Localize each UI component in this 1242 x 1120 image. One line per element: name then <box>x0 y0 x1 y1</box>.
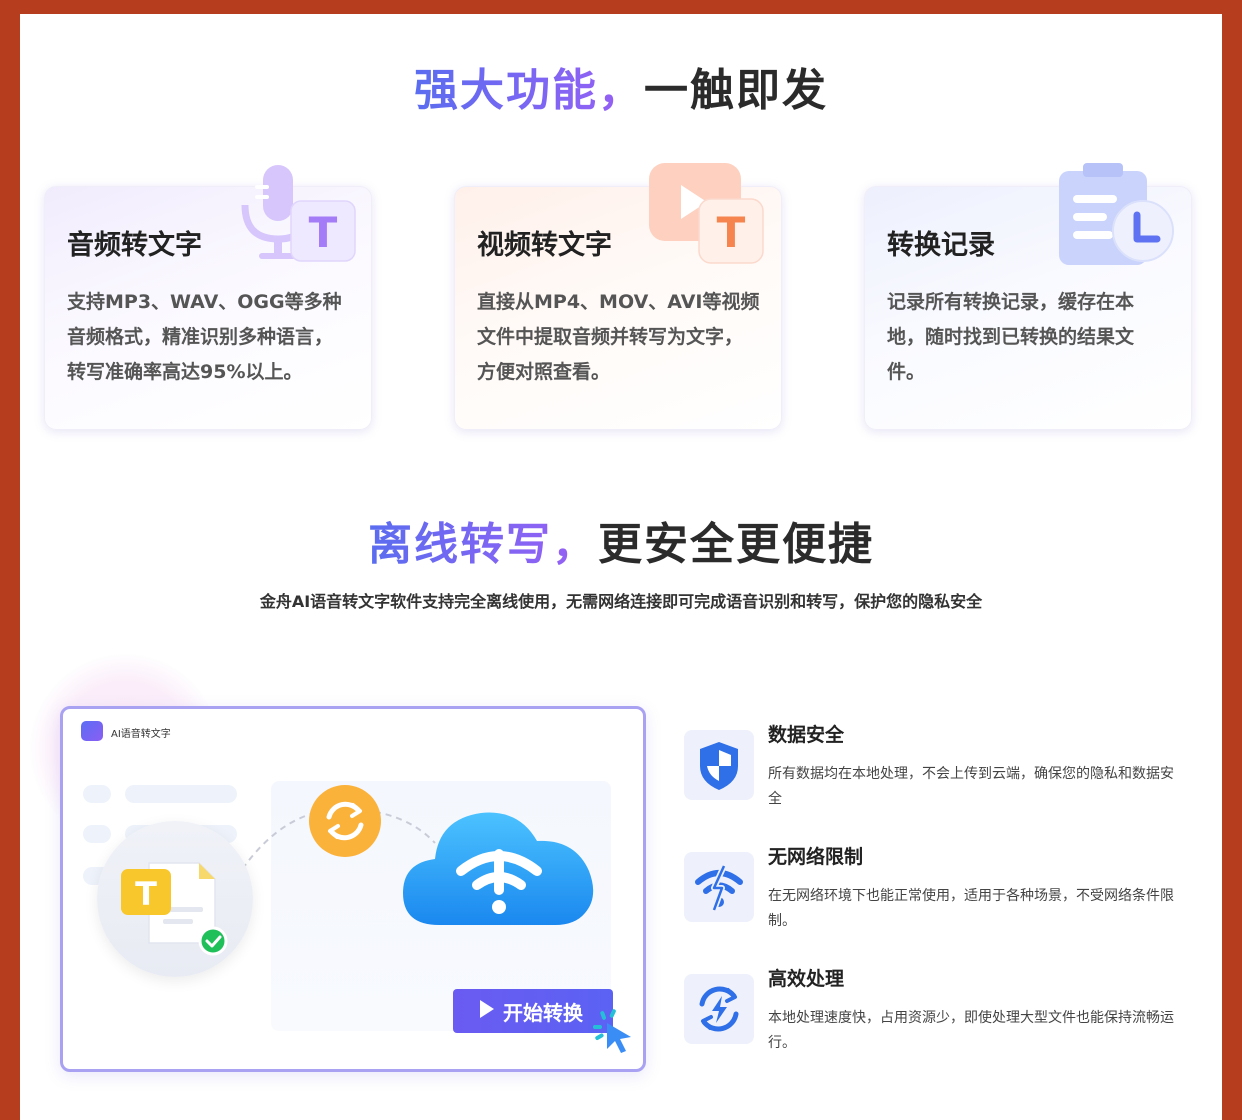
start-button-label: 开始转换 <box>503 1000 583 1025</box>
no-wifi-icon <box>695 864 743 912</box>
skeleton-line <box>83 785 111 803</box>
card-title: 转换记录 <box>887 230 995 261</box>
clipboard-clock-icon <box>1059 163 1174 265</box>
card-description: 直接从MP4、MOV、AVI等视频文件中提取音频并转写为文字，方便对照查看。 <box>477 291 760 383</box>
video-text-icon: T <box>649 163 764 264</box>
svg-text:T: T <box>309 208 338 257</box>
app-preview-window: AI语音转文字 T 开始转换 <box>60 706 646 1072</box>
feature-description: 本地处理速度快，占用资源少，即使处理大型文件也能保持流畅运行。 <box>768 1010 1174 1051</box>
sync-icon <box>309 785 381 857</box>
microphone-text-icon: T <box>241 165 356 262</box>
cursor-click-icon <box>593 1009 631 1053</box>
section-title-features: 强大功能，一触即发 <box>20 54 1222 118</box>
feature-icon-box <box>684 852 754 922</box>
section-subtitle: 金舟AI语音转文字软件支持完全离线使用，无需网络连接即可完成语音识别和转写，保护… <box>259 592 983 611</box>
title-rest: 更安全更便捷 <box>598 519 874 570</box>
skeleton-line <box>83 825 111 843</box>
feature-icon-box <box>684 974 754 1044</box>
title-accent: 离线转写， <box>368 519 598 570</box>
app-logo-icon <box>81 721 103 741</box>
svg-text:T: T <box>717 208 746 257</box>
feature-title: 无网络限制 <box>768 846 864 868</box>
card-title: 视频转文字 <box>477 230 612 261</box>
card-description: 记录所有转换记录，缓存在本地，随时找到已转换的结果文件。 <box>887 291 1135 383</box>
feature-card-video: T 视频转文字 直接从MP4、MOV、AVI等视频文件中提取音频并转写为文字，方… <box>454 163 782 430</box>
card-title: 音频转文字 <box>67 230 202 261</box>
feature-description: 所有数据均在本地处理，不会上传到云端，确保您的隐私和数据安全 <box>768 766 1174 807</box>
section-title-offline: 离线转写，更安全更便捷 <box>20 508 1222 572</box>
page-panel: 强大功能，一触即发 T 音频转文字 支持MP3、WAV、OGG等多种音频格式，精… <box>20 14 1222 1120</box>
card-description: 支持MP3、WAV、OGG等多种音频格式，精准识别多种语言，转写准确率高达95%… <box>67 291 342 383</box>
feature-title: 数据安全 <box>768 724 845 746</box>
app-title: AI语音转文字 <box>111 729 171 740</box>
feature-card-history: 转换记录 记录所有转换记录，缓存在本地，随时找到已转换的结果文件。 <box>864 163 1192 430</box>
shield-icon <box>700 742 738 790</box>
feature-icon-box <box>684 730 754 800</box>
feature-card-audio: T 音频转文字 支持MP3、WAV、OGG等多种音频格式，精准识别多种语言，转写… <box>44 165 372 430</box>
play-icon <box>479 999 495 1024</box>
feature-description: 在无网络环境下也能正常使用，适用于各种场景，不受网络条件限制。 <box>768 888 1174 929</box>
svg-text:T: T <box>135 875 157 913</box>
feature-title: 高效处理 <box>768 968 845 990</box>
title-accent: 强大功能， <box>414 65 644 116</box>
document-text-icon: T <box>121 862 228 956</box>
title-rest: 一触即发 <box>644 65 828 116</box>
cloud-wifi-icon <box>403 812 594 925</box>
start-convert-button[interactable]: 开始转换 <box>453 989 613 1033</box>
lightning-refresh-icon <box>699 986 739 1032</box>
